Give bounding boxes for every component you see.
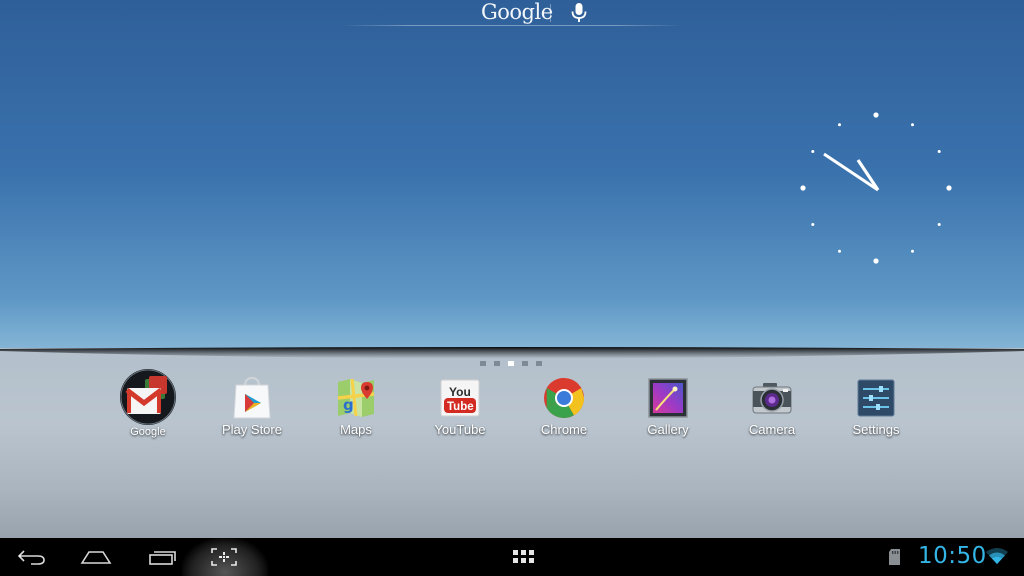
dock-app-gallery[interactable]: Gallery [616, 372, 720, 442]
wifi-icon[interactable] [986, 547, 1008, 565]
maps-icon: g [337, 378, 375, 417]
svg-text:You: You [449, 385, 471, 399]
screenshot-button[interactable] [202, 538, 246, 576]
dock-app-label: Gallery [647, 422, 689, 437]
app-drawer-icon [513, 550, 534, 563]
dock-app-label: Settings [852, 422, 900, 437]
search-divider [550, 4, 551, 22]
svg-text:Tube: Tube [447, 401, 474, 413]
app-drawer-button[interactable] [502, 538, 546, 576]
google-folder-icon [120, 369, 176, 425]
dock-app-label: Maps [340, 422, 372, 437]
dock-app-google[interactable]: Google [96, 369, 200, 442]
dock-app-label: Play Store [222, 422, 282, 437]
sd-card-icon [889, 549, 900, 565]
google-search-bar[interactable]: Google [340, 0, 684, 26]
chrome-icon [544, 378, 584, 418]
page-dot-active[interactable] [508, 361, 514, 366]
search-underline [340, 25, 684, 26]
google-logo[interactable]: Google [481, 0, 553, 24]
youtube-icon: You Tube [440, 379, 480, 417]
back-icon [17, 550, 45, 565]
dock-app-settings[interactable]: Settings [824, 372, 928, 442]
page-dot[interactable] [536, 361, 542, 366]
page-dot[interactable] [522, 361, 528, 366]
recent-apps-button[interactable] [140, 538, 184, 576]
back-button[interactable] [10, 538, 54, 576]
gallery-icon [648, 378, 688, 418]
page-indicator [480, 361, 542, 367]
recent-apps-icon [149, 551, 176, 565]
settings-icon [857, 379, 895, 417]
dock-app-label: Google [130, 426, 166, 438]
svg-text:g: g [343, 396, 354, 414]
dock-app-youtube[interactable]: You Tube YouTube [408, 372, 512, 442]
play-store-icon [233, 376, 271, 419]
dock-app-play-store[interactable]: Play Store [200, 372, 304, 442]
dock-app-label: Chrome [540, 422, 588, 437]
home-icon [80, 551, 112, 564]
mic-icon[interactable] [570, 2, 588, 24]
dock-app-label: YouTube [434, 422, 486, 437]
camera-icon [752, 383, 792, 414]
page-dot[interactable] [494, 361, 500, 366]
status-bar-clock[interactable]: 10:50 [918, 543, 987, 569]
home-button[interactable] [74, 538, 118, 576]
dock-app-camera[interactable]: Camera [720, 372, 824, 442]
dock-app-maps[interactable]: g Maps [304, 372, 408, 442]
dock-app-label: Camera [748, 422, 796, 437]
analog-clock-widget[interactable] [800, 112, 952, 264]
screenshot-icon [211, 548, 237, 566]
page-dot[interactable] [480, 361, 486, 366]
clock-hands-icon [823, 152, 880, 192]
dock-app-chrome[interactable]: Chrome [512, 372, 616, 442]
